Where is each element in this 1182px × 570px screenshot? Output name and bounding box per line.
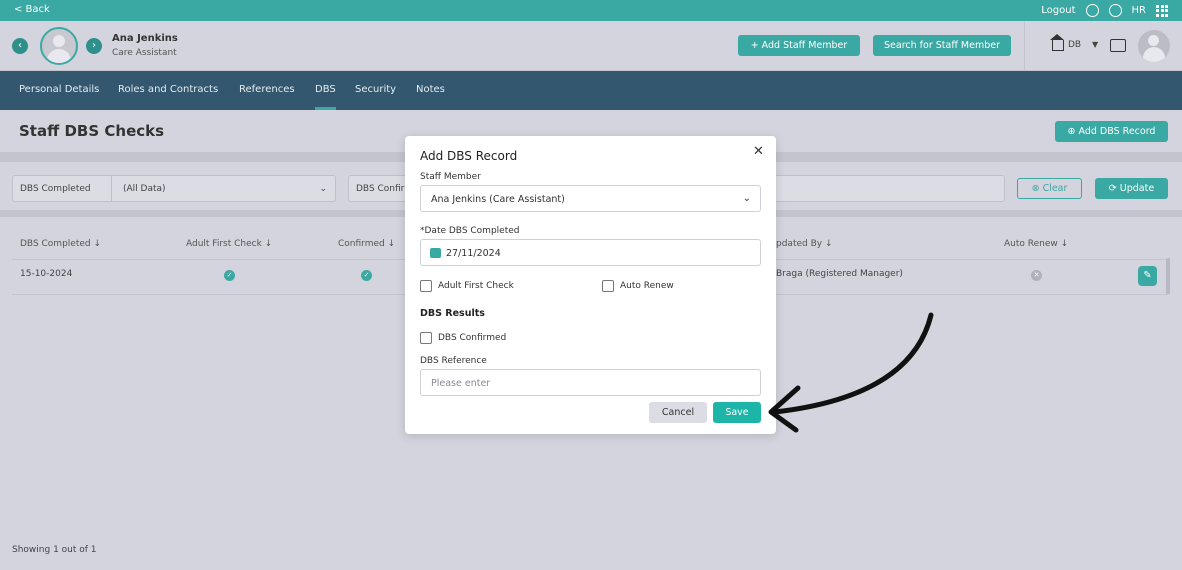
arrow-curve bbox=[772, 312, 934, 415]
annotation-arrow bbox=[768, 312, 934, 433]
